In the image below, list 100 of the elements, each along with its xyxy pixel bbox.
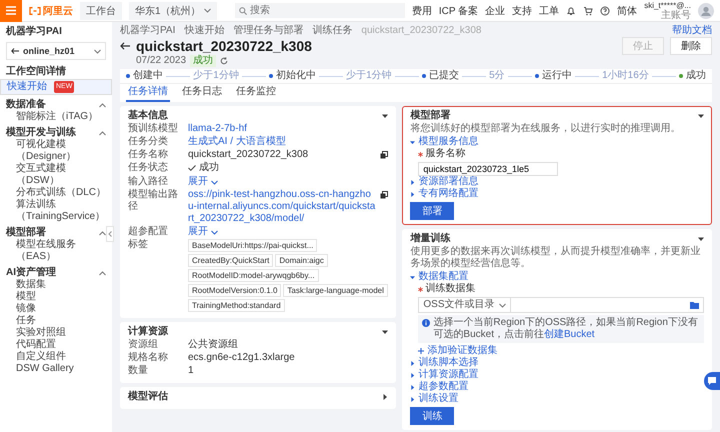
breadcrumb-link[interactable]: 机器学习PAI	[120, 25, 176, 37]
expand-link[interactable]: 展开	[188, 176, 218, 188]
expand-link[interactable]: 展开	[188, 226, 218, 238]
region-selector[interactable]: 华东1（杭州）	[129, 2, 217, 20]
section-toggle[interactable]: 计算资源配置	[410, 369, 704, 381]
sidebar-group[interactable]: AI资产管理	[6, 267, 106, 279]
sidebar-item[interactable]: 自定义组件	[6, 351, 106, 363]
top-link[interactable]: 工单	[539, 4, 560, 18]
step-label: 已提交	[428, 70, 459, 82]
top-link[interactable]: ICP 备案	[438, 4, 478, 18]
sidebar-item[interactable]: 镜像	[6, 303, 106, 315]
group-label: AI资产管理	[6, 267, 56, 279]
path-field[interactable]	[510, 297, 704, 313]
card-description: 使用更多的数据来再次训练模型，从而提升模型准确率，并更新业务场景的模型经营信息等。	[410, 246, 702, 270]
avatar-icon[interactable]	[698, 2, 714, 18]
sidebar-item[interactable]: 模型在线服务（EAS）	[6, 239, 106, 263]
chevron-down-icon	[211, 180, 218, 184]
section-toggle[interactable]: 数据集配置	[410, 271, 704, 283]
section-toggle[interactable]: 专有网络配置	[410, 188, 704, 200]
tag: TrainingMethod:standard	[188, 299, 285, 312]
user-name[interactable]: ski_t*****@...	[644, 0, 691, 10]
sidebar-group[interactable]: 数据准备	[6, 99, 106, 111]
header-button[interactable]: 删除	[670, 37, 712, 55]
field-link[interactable]: oss://pink-test-hangzhou.oss-cn-hangzhou-internal.aliyuncs.com/quickstart/quickstart_20230722_k308/model/	[188, 189, 376, 225]
add-dataset-link[interactable]: 添加验证数据集	[418, 345, 704, 357]
sidebar-item[interactable]: 数据集	[6, 279, 106, 291]
section-toggle[interactable]: 训练设置	[410, 393, 704, 405]
workspace-selector[interactable]: online_hz01	[6, 42, 106, 60]
top-link[interactable]: 费用	[412, 4, 432, 18]
service-name-field[interactable]: quickstart_20230723_1le5	[418, 162, 558, 176]
info-text: 选择一个当前Region下的OSS路径，如果当前Region下没有可选的Bucket，点击前往创建Bucket	[433, 317, 699, 341]
back-button[interactable]	[120, 42, 130, 50]
field-label: 资源组	[128, 339, 159, 351]
help-icon[interactable]	[600, 6, 610, 16]
section-toggle[interactable]: 模型服务信息	[410, 136, 704, 148]
help-link[interactable]: 帮助文档	[672, 25, 712, 37]
tab[interactable]: 任务日志	[180, 84, 224, 102]
tag: Task:large-language-model	[283, 284, 388, 297]
section-toggle[interactable]: 训练脚本选择	[410, 357, 704, 369]
sidebar-link[interactable]: 工作空间详情	[6, 65, 106, 79]
group-label: 模型开发与训练	[6, 127, 76, 138]
refresh-icon[interactable]	[220, 57, 228, 65]
sidebar-item[interactable]: 智能标注（iTAG）	[6, 111, 106, 123]
top-link[interactable]: 企业	[485, 4, 506, 18]
copy-icon[interactable]	[380, 151, 388, 159]
caret-icon[interactable]	[382, 329, 388, 335]
sidebar-item[interactable]: 交互式建模（DSW）	[6, 163, 106, 187]
chevron-up-icon[interactable]	[99, 130, 106, 136]
chevron-up-icon[interactable]	[99, 102, 106, 108]
workbench-button[interactable]: 工作台	[80, 2, 122, 20]
sidebar-item[interactable]: 算法训练（TrainingService）	[6, 199, 106, 223]
sidebar-item[interactable]: 实验对照组	[6, 327, 106, 339]
step-label: 创建中	[133, 70, 163, 82]
field-link[interactable]: 生成式AI / 大语言模型	[188, 136, 388, 148]
cart-icon[interactable]	[583, 6, 594, 16]
breadcrumb-link[interactable]: 快速开始	[184, 25, 224, 37]
caret-icon[interactable]	[698, 236, 704, 242]
sidebar-item[interactable]: 任务	[6, 315, 106, 327]
create-bucket-link[interactable]: 创建Bucket	[544, 329, 595, 340]
caret-icon[interactable]	[382, 394, 388, 400]
tab[interactable]: 任务详情	[126, 84, 170, 102]
step-duration: 1小时16分	[602, 70, 649, 82]
section-toggle[interactable]: 超参数配置	[410, 381, 704, 393]
step-duration: 少于1分钟	[346, 70, 392, 82]
field-label: 标签	[128, 239, 149, 252]
card-title: 基本信息	[128, 110, 168, 122]
breadcrumb-link[interactable]: 管理任务与部署	[233, 25, 304, 37]
sidebar-item[interactable]: DSW Gallery	[6, 363, 106, 375]
train-button[interactable]: 训练	[410, 407, 454, 425]
back-arrow-icon	[11, 48, 19, 54]
field-link[interactable]: llama-2-7b-hf	[188, 123, 388, 135]
sidebar-item[interactable]: 可视化建模（Designer）	[6, 139, 106, 163]
chevron-up-icon[interactable]	[99, 270, 106, 276]
section-toggle[interactable]: 资源部署信息	[410, 176, 704, 188]
copy-icon[interactable]	[380, 191, 388, 199]
sidebar-item[interactable]: 分布式训练（DLC）	[6, 187, 106, 199]
chevron-down-icon	[204, 8, 211, 13]
sidebar-item[interactable]: 代码配置	[6, 339, 106, 351]
top-link[interactable]: 支持	[512, 4, 532, 18]
language-link[interactable]: 简体	[617, 4, 638, 18]
sidebar-collapse-handle[interactable]	[106, 226, 114, 242]
field-label: 任务名称	[128, 149, 169, 161]
tab[interactable]: 任务监控	[234, 84, 278, 102]
caret-icon[interactable]	[382, 113, 388, 119]
bell-icon[interactable]	[566, 6, 576, 16]
sidebar-group[interactable]: 模型开发与训练	[6, 127, 106, 139]
sidebar-item[interactable]: 模型	[6, 291, 106, 303]
logo-icon[interactable]	[29, 6, 41, 14]
breadcrumb-link[interactable]: 训练任务	[312, 25, 352, 37]
folder-icon[interactable]	[690, 302, 699, 308]
caret-icon[interactable]	[698, 113, 704, 119]
menu-icon	[6, 6, 16, 15]
source-select[interactable]: OSS文件或目录	[418, 297, 511, 313]
deploy-button[interactable]: 部署	[410, 202, 454, 220]
field-label: 数量	[128, 365, 149, 377]
search-icon	[238, 7, 247, 15]
menu-button[interactable]	[0, 0, 22, 22]
search-field[interactable]: 搜索	[234, 3, 405, 18]
chevron-up-icon[interactable]	[99, 230, 106, 236]
sidebar-group[interactable]: 模型部署	[6, 227, 106, 239]
